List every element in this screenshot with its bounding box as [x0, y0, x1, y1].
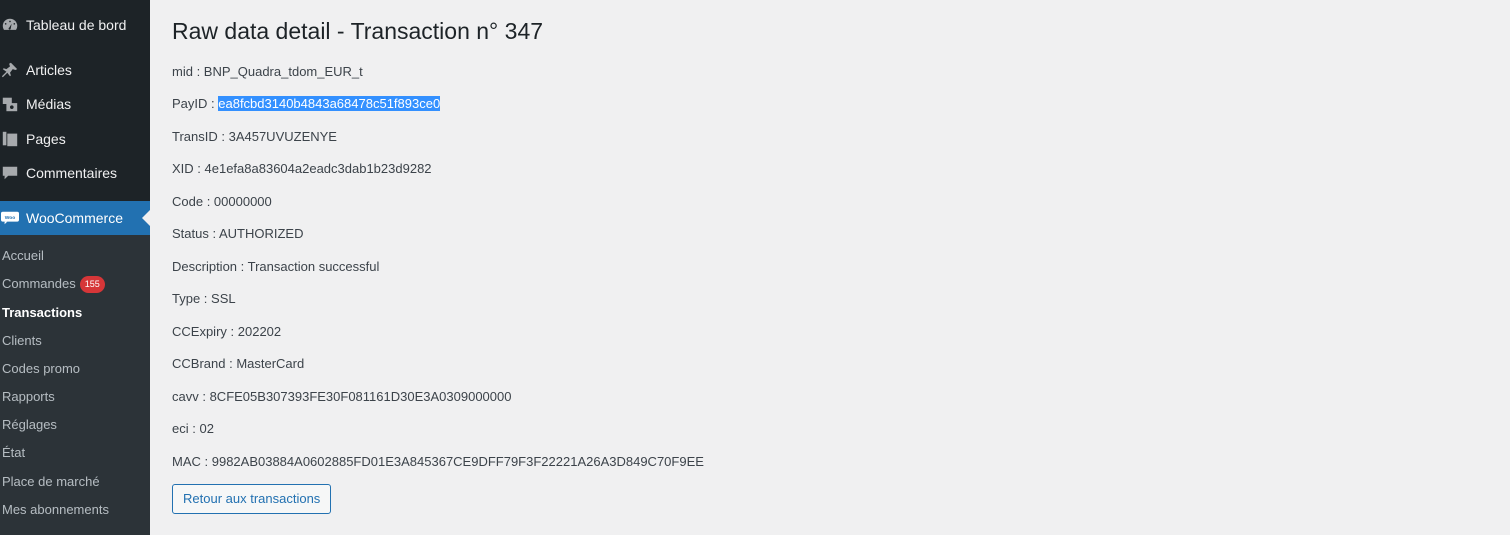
menu-item-dashboard[interactable]: Tableau de bord	[0, 8, 150, 42]
field-value: 9982AB03884A0602885FD01E3A845367CE9DFF79…	[211, 454, 704, 469]
field-separator: :	[217, 129, 229, 144]
field-eci: eci : 02	[172, 420, 214, 438]
field-value: 00000000	[213, 194, 272, 209]
submenu-item-accueil[interactable]: Accueil	[2, 246, 44, 266]
orders-count-badge: 155	[79, 276, 105, 293]
field-xid: XID : 4e1efa8a83604a2eadc3dab1b23d9282	[172, 160, 432, 178]
field-value: 4e1efa8a83604a2eadc3dab1b23d9282	[204, 161, 432, 176]
field-key: TransID	[172, 129, 218, 144]
field-type: Type : SSL	[172, 290, 236, 308]
comment-icon	[0, 163, 20, 183]
field-separator: :	[192, 64, 204, 79]
woo-icon: Woo	[0, 208, 20, 228]
field-separator: :	[200, 291, 212, 306]
field-ccexpiry: CCExpiry : 202202	[172, 323, 281, 341]
field-value: SSL	[211, 291, 236, 306]
field-key: mid	[172, 64, 193, 79]
field-value: Transaction successful	[247, 259, 380, 274]
field-separator: :	[200, 454, 212, 469]
menu-item-pages[interactable]: Pages	[0, 122, 150, 156]
page-title: Raw data detail - Transaction n° 347	[172, 18, 544, 44]
menu-item-label: Articles	[26, 62, 72, 78]
submenu-item-reglages[interactable]: Réglages	[2, 415, 57, 435]
field-key: Type	[172, 291, 201, 306]
pin-icon	[0, 60, 20, 80]
field-key: eci	[172, 421, 189, 436]
submenu-item-transactions[interactable]: Transactions	[2, 303, 82, 323]
field-payid: PayID : ea8fcbd3140b4843a68478c51f893ce0	[172, 95, 441, 113]
field-key: CCBrand	[172, 356, 226, 371]
field-key: XID	[172, 161, 194, 176]
submenu-item-place-de-marche[interactable]: Place de marché	[2, 472, 100, 492]
menu-item-label: Tableau de bord	[26, 17, 127, 33]
menu-item-medias[interactable]: Médias	[0, 87, 150, 121]
field-separator: :	[207, 96, 219, 111]
field-value: 8CFE05B307393FE30F081161D30E3A0309000000	[209, 389, 512, 404]
field-ccbrand: CCBrand : MasterCard	[172, 355, 304, 373]
field-separator: :	[226, 324, 238, 339]
menu-item-commentaires[interactable]: Commentaires	[0, 156, 150, 190]
field-value: 3A457UVUZENYE	[228, 129, 337, 144]
submenu-item-mes-abonnements[interactable]: Mes abonnements	[2, 500, 109, 520]
field-value: MasterCard	[236, 356, 305, 371]
field-key: PayID	[172, 96, 208, 111]
menu-item-label: Commentaires	[26, 165, 118, 181]
svg-text:Woo: Woo	[5, 215, 16, 221]
field-separator: :	[198, 389, 210, 404]
back-to-transactions-button[interactable]: Retour aux transactions	[172, 484, 332, 514]
submenu-item-rapports[interactable]: Rapports	[2, 387, 55, 407]
admin-sidebar: Tableau de bord Articles Médias Pages Co…	[0, 0, 150, 535]
submenu-item-commandes[interactable]: Commandes 155	[2, 274, 105, 294]
field-code: Code : 00000000	[172, 193, 272, 211]
field-value: 202202	[237, 324, 282, 339]
field-separator: :	[237, 259, 248, 274]
field-mac: MAC : 9982AB03884A0602885FD01E3A845367CE…	[172, 453, 704, 471]
submenu-item-clients[interactable]: Clients	[2, 331, 42, 351]
menu-item-label: Médias	[26, 96, 72, 112]
submenu-item-etat[interactable]: État	[2, 443, 25, 463]
submenu-item-label: Commandes	[2, 276, 76, 291]
media-icon	[0, 94, 20, 114]
field-key: MAC	[172, 454, 201, 469]
field-separator: :	[208, 226, 219, 241]
field-separator: :	[193, 161, 205, 176]
dashboard-icon	[0, 15, 20, 35]
field-separator: :	[203, 194, 214, 209]
field-value: 02	[199, 421, 214, 436]
field-description: Description : Transaction successful	[172, 258, 379, 276]
field-status: Status : AUTHORIZED	[172, 225, 303, 243]
menu-item-label: WooCommerce	[26, 210, 123, 226]
field-value: AUTHORIZED	[218, 226, 304, 241]
menu-item-label: Pages	[26, 131, 66, 147]
menu-item-woocommerce[interactable]: Woo WooCommerce	[0, 201, 150, 235]
field-key: Description	[172, 259, 238, 274]
field-key: Code	[172, 194, 204, 209]
field-value: BNP_Quadra_tdom_EUR_t	[203, 64, 363, 79]
field-separator: :	[188, 421, 200, 436]
pages-icon	[0, 129, 20, 149]
field-separator: :	[225, 356, 237, 371]
woocommerce-submenu: Accueil Commandes 155 Transactions Client…	[0, 235, 150, 535]
submenu-item-codes-promo[interactable]: Codes promo	[2, 359, 80, 379]
field-mid: mid : BNP_Quadra_tdom_EUR_t	[172, 63, 363, 81]
field-key: cavv	[172, 389, 199, 404]
field-value: ea8fcbd3140b4843a68478c51f893ce0	[218, 96, 441, 111]
field-key: CCExpiry	[172, 324, 227, 339]
menu-item-articles[interactable]: Articles	[0, 53, 150, 87]
field-cavv: cavv : 8CFE05B307393FE30F081161D30E3A030…	[172, 388, 511, 406]
field-transid: TransID : 3A457UVUZENYE	[172, 128, 337, 146]
field-key: Status	[172, 226, 209, 241]
